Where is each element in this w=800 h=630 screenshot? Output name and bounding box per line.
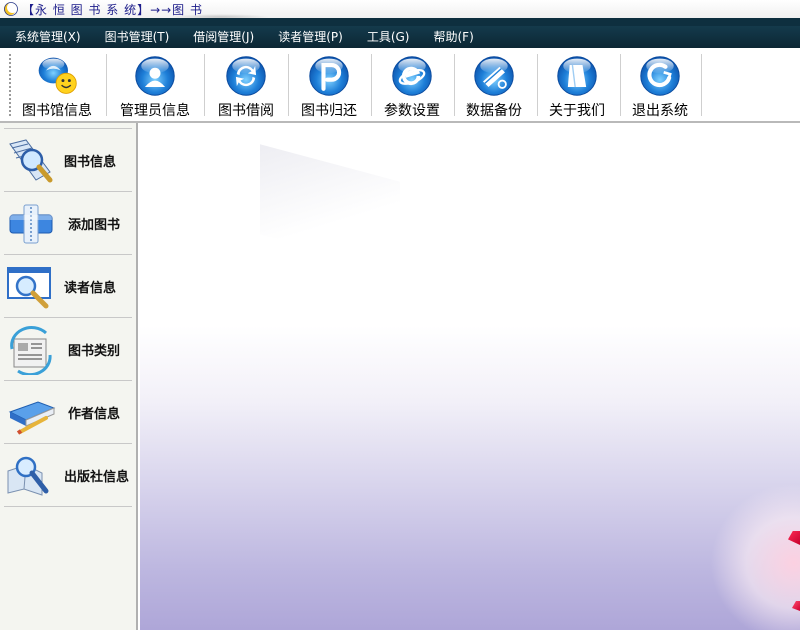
app-logo-icon (4, 2, 18, 16)
library-info-button[interactable]: 图书馆信息 (15, 52, 99, 120)
sidebar-label: 图书类别 (68, 344, 121, 359)
library-info-label: 图书馆信息 (22, 103, 92, 119)
toolbar-grip[interactable] (9, 54, 11, 116)
admin-info-icon (135, 56, 175, 96)
sidebar-item-book-info[interactable]: 图书信息 (4, 129, 132, 192)
admin-info-button[interactable]: 管理员信息 (113, 52, 197, 120)
menu-help[interactable]: 帮助(F) (418, 26, 482, 48)
book-borrow-icon (226, 56, 266, 96)
add-book-icon (9, 204, 53, 244)
sidebar-item-reader-info[interactable]: 读者信息 (4, 255, 132, 318)
sidebar-label: 作者信息 (68, 407, 121, 422)
sidebar-label: 出版社信息 (64, 470, 130, 485)
title-bar: 【永 恒 图 书 系 统】→→图 书 (0, 0, 800, 18)
background-streak (260, 144, 400, 272)
menu-readers[interactable]: 读者管理(P) (263, 26, 352, 48)
sidebar-item-author-info[interactable]: 作者信息 (4, 381, 132, 444)
sidebar-item-book-category[interactable]: 图书类别 (4, 318, 132, 381)
publisher-info-icon (7, 456, 49, 496)
toolbar: 图书馆信息 管理员信息 图书借阅 图书归还 参数设置 数据备份 关于我们 退出系… (0, 48, 800, 122)
backup-button[interactable]: 数据备份 (452, 52, 536, 120)
title-strip (0, 18, 800, 26)
menu-books[interactable]: 图书管理(T) (90, 26, 179, 48)
author-info-icon (8, 401, 56, 435)
about-label: 关于我们 (549, 103, 605, 119)
backup-icon (474, 56, 514, 96)
exit-label: 退出系统 (632, 103, 688, 119)
book-return-icon (309, 56, 349, 96)
main-content-area (140, 123, 800, 630)
settings-icon (392, 56, 432, 96)
sidebar-label: 读者信息 (64, 281, 117, 296)
book-category-icon (10, 326, 52, 375)
sidebar-label: 图书信息 (64, 155, 117, 170)
backup-label: 数据备份 (466, 103, 522, 119)
reader-info-icon (7, 267, 51, 309)
admin-info-label: 管理员信息 (120, 103, 190, 119)
sidebar: 图书信息 添加图书 读者信息 图书类别 作者信息 出版社信息 (0, 123, 138, 630)
menu-system[interactable]: 系统管理(X) (0, 26, 90, 48)
exit-icon (640, 56, 680, 96)
book-borrow-label: 图书借阅 (218, 103, 274, 119)
menu-tools[interactable]: 工具(G) (352, 26, 419, 48)
sidebar-label: 添加图书 (68, 218, 121, 233)
exit-button[interactable]: 退出系统 (618, 52, 702, 120)
book-return-label: 图书归还 (301, 103, 357, 119)
toolbar-separator (106, 54, 107, 116)
book-return-button[interactable]: 图书归还 (287, 52, 371, 120)
toolbar-separator (701, 54, 702, 116)
settings-label: 参数设置 (384, 103, 440, 119)
book-borrow-button[interactable]: 图书借阅 (204, 52, 288, 120)
menu-bar: 系统管理(X) 图书管理(T) 借阅管理(J) 读者管理(P) 工具(G) 帮助… (0, 26, 800, 48)
library-info-icon (38, 57, 77, 94)
book-info-icon (9, 139, 53, 183)
sidebar-item-publisher-info[interactable]: 出版社信息 (4, 444, 132, 507)
settings-button[interactable]: 参数设置 (370, 52, 454, 120)
about-button[interactable]: 关于我们 (535, 52, 619, 120)
about-icon (557, 56, 597, 96)
menu-borrow[interactable]: 借阅管理(J) (178, 26, 263, 48)
background-glow (710, 483, 800, 630)
sidebar-item-add-book[interactable]: 添加图书 (4, 192, 132, 255)
